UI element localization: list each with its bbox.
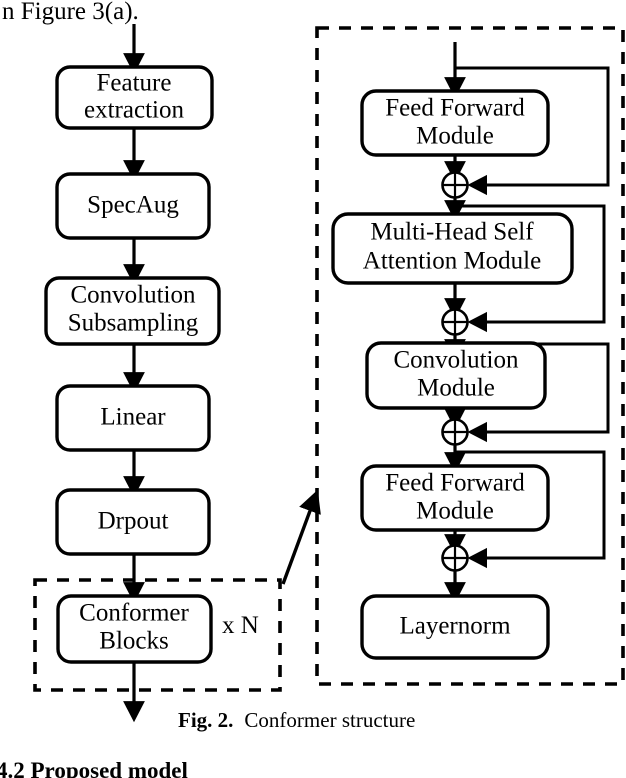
add-operator-3 <box>441 418 469 446</box>
figure-canvas: n Figure 3(a). Feature extraction SpecAu… <box>0 0 625 778</box>
node-convolution-module-label-line-2: Module <box>417 375 495 402</box>
node-convolution-subsampling-label-line-1: Convolution <box>70 282 196 309</box>
node-dropout-label: Drpout <box>98 508 169 535</box>
node-conformer-blocks-label-line-2: Blocks <box>99 628 168 655</box>
add-operator-1 <box>441 171 469 199</box>
node-specaug-label: SpecAug <box>87 192 179 219</box>
node-feed-forward-module-1-label-line-1: Feed Forward <box>385 95 525 122</box>
conformer-blocks-repeat-label: x N <box>222 612 259 639</box>
section-heading-proposed-model: 4.2 Proposed model <box>0 758 188 778</box>
node-conformer-blocks-label-line-1: Conformer <box>79 600 189 627</box>
figure-caption: Fig. 2. Conformer structure <box>178 708 415 732</box>
node-feed-forward-module-1-label-line-2: Module <box>416 123 494 150</box>
add-operator-4 <box>441 544 469 572</box>
figure-2-conformer-structure: n Figure 3(a). Feature extraction SpecAu… <box>0 0 626 778</box>
node-linear-label: Linear <box>100 404 166 431</box>
node-convolution-subsampling-label-line-2: Subsampling <box>68 310 199 337</box>
node-feed-forward-module-2-label-line-1: Feed Forward <box>385 470 525 497</box>
node-feed-forward-module-2-label-line-2: Module <box>416 498 494 525</box>
node-multi-head-self-attention-module-label-line-1: Multi-Head Self <box>370 219 534 246</box>
node-convolution-module-label-line-1: Convolution <box>393 347 519 374</box>
node-layernorm-label: Layernorm <box>399 613 511 640</box>
node-feature-extraction-label-line-1: Feature <box>97 70 172 97</box>
figure-caption-prefix: Fig. 2. <box>178 708 233 732</box>
top-body-text: n Figure 3(a). <box>2 0 139 25</box>
arrow-expand-conformer-block <box>281 489 321 585</box>
add-operator-2 <box>441 308 469 336</box>
node-multi-head-self-attention-module-label-line-2: Attention Module <box>363 248 541 275</box>
node-feature-extraction-label-line-2: extraction <box>84 97 184 124</box>
figure-caption-text: Conformer structure <box>244 708 415 732</box>
